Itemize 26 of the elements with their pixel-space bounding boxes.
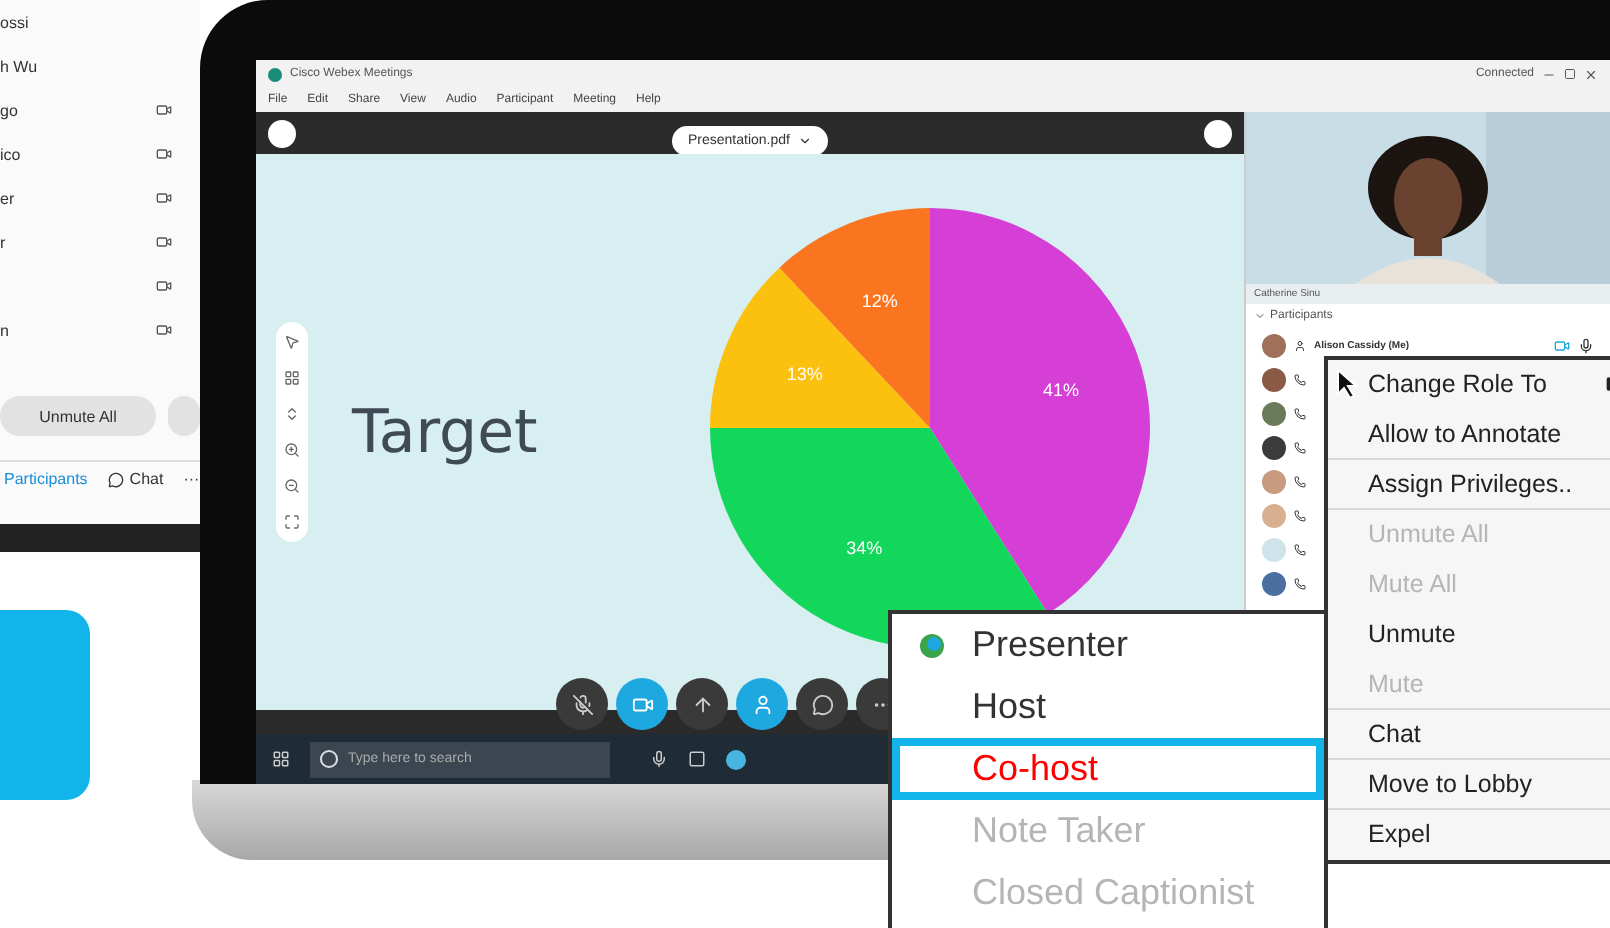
unmute-all-button[interactable]: Unmute All (0, 396, 156, 436)
panel-tab[interactable]: Chat (107, 470, 164, 488)
menu-item[interactable]: Change Role To (1328, 360, 1610, 410)
participant-name: ossi (0, 13, 29, 31)
value-label: 34% (846, 537, 883, 558)
participant-name: n (0, 321, 9, 339)
participant-name: go (0, 101, 18, 119)
menu-item[interactable]: Host (892, 676, 1324, 738)
value-label: 12% (861, 291, 898, 312)
panel-tab[interactable]: Participants (4, 470, 88, 488)
more-tab[interactable]: ··· (183, 470, 200, 488)
value-label: 41% (1042, 379, 1079, 400)
menu-item[interactable]: Expel (1328, 810, 1610, 860)
menu-item[interactable]: Unmute (1328, 610, 1610, 660)
value-label: 13% (786, 363, 823, 384)
participant-name: ico (0, 145, 21, 163)
menu-item[interactable]: Assign Privileges.. (1328, 460, 1610, 510)
participant-name: er (0, 189, 15, 207)
menu-item[interactable]: Chat (1328, 710, 1610, 760)
menu-item[interactable]: Move to Lobby (1328, 760, 1610, 810)
menu-item[interactable]: Co-host (892, 738, 1324, 800)
participant-name: h Wu (0, 57, 38, 75)
participant-name: r (0, 233, 6, 251)
menu-item[interactable]: Presenter (892, 614, 1324, 676)
menu-item[interactable]: Allow to Annotate (1328, 410, 1610, 460)
slide-title: Target (352, 397, 538, 467)
